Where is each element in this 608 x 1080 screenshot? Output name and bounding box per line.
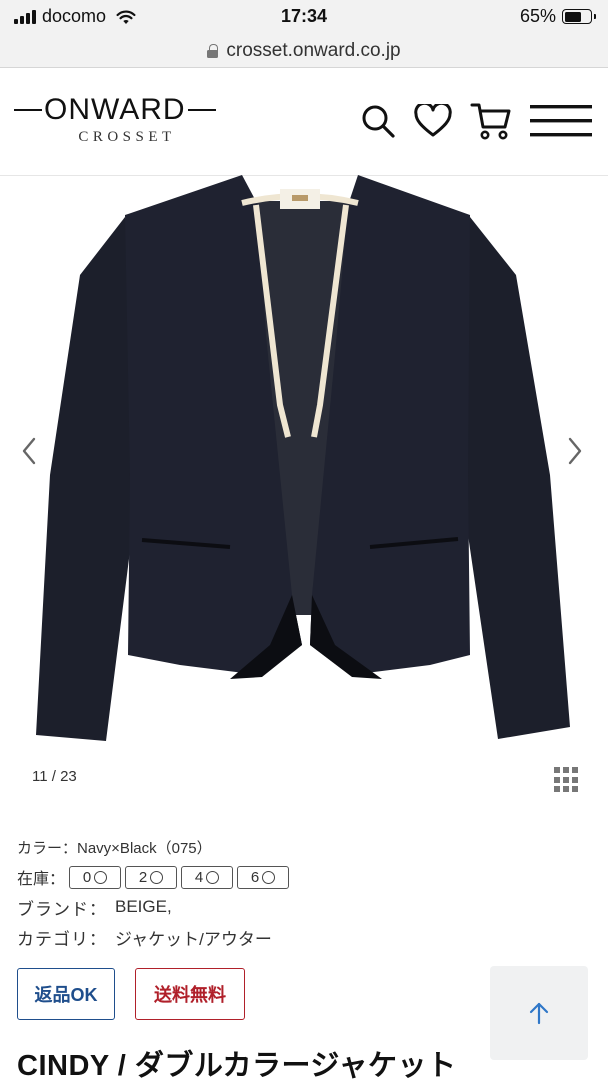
menu-icon[interactable] — [530, 103, 592, 139]
in-stock-icon — [94, 870, 108, 884]
size-value: 4 — [194, 868, 204, 886]
chevron-right-icon[interactable] — [564, 435, 586, 467]
in-stock-icon — [150, 870, 164, 884]
color-row: カラー：Navy×Black（075） — [17, 832, 591, 862]
cart-icon[interactable] — [470, 101, 512, 141]
size-value: 0 — [82, 868, 92, 886]
size-option[interactable]: 2 — [125, 865, 178, 889]
grid-icon[interactable] — [554, 767, 580, 793]
badges: 返品OK 送料無料 — [17, 968, 245, 1020]
returns-badge: 返品OK — [17, 968, 115, 1020]
in-stock-icon — [206, 870, 220, 884]
logo-rule-right — [187, 109, 216, 111]
url-text[interactable]: crosset.onward.co.jp — [226, 40, 400, 62]
status-time: 17:34 — [280, 6, 328, 26]
size-value: 6 — [250, 868, 260, 886]
stock-label: 在庫： — [17, 871, 66, 888]
size-option[interactable]: 4 — [181, 865, 234, 889]
in-stock-icon — [262, 870, 276, 884]
product-title: CINDY / ダブルカラージャケット — [17, 1050, 457, 1080]
status-bar: docomo 17:34 65% — [0, 0, 608, 34]
logo-sub-text: CROSSET — [78, 129, 176, 145]
search-icon[interactable] — [360, 103, 396, 139]
site-header: ONWARD CROSSET — [0, 69, 608, 176]
category-row: カテゴリ： ジャケット/アウター — [17, 922, 591, 952]
color-label: カラー：Navy×Black（075） — [17, 839, 212, 857]
brand-link[interactable]: BEIGE, — [115, 897, 172, 917]
free-shipping-badge: 送料無料 — [135, 968, 245, 1020]
site-logo[interactable]: ONWARD CROSSET — [14, 95, 224, 146]
heart-icon[interactable] — [414, 104, 452, 138]
product-gallery[interactable] — [0, 175, 608, 757]
brand-key: ブランド： — [17, 899, 107, 919]
battery-icon — [562, 9, 596, 24]
product-image — [36, 175, 570, 741]
logo-main-text: ONWARD — [44, 93, 186, 126]
battery-percent: 65% — [519, 6, 556, 26]
stock-row: 在庫： 0 2 4 6 — [17, 862, 591, 892]
category-link[interactable]: ジャケット/アウター — [115, 925, 272, 950]
url-bar[interactable]: crosset.onward.co.jp — [0, 34, 608, 68]
brand-row: ブランド： BEIGE, — [17, 892, 591, 922]
size-value: 2 — [138, 868, 148, 886]
size-option[interactable]: 6 — [237, 865, 290, 889]
category-key: カテゴリ： — [17, 929, 107, 949]
header-icons — [360, 101, 592, 141]
lock-icon — [207, 43, 219, 58]
product-details: カラー：Navy×Black（075） 在庫： 0 2 4 6 ブランド： BE… — [17, 832, 591, 952]
logo-rule-left — [14, 109, 42, 111]
arrow-up-icon — [529, 1002, 549, 1025]
size-option[interactable]: 0 — [69, 865, 122, 889]
battery-info: 65% — [519, 6, 596, 27]
image-counter: 11 / 23 — [32, 768, 77, 785]
scroll-top-button[interactable] — [490, 966, 588, 1060]
